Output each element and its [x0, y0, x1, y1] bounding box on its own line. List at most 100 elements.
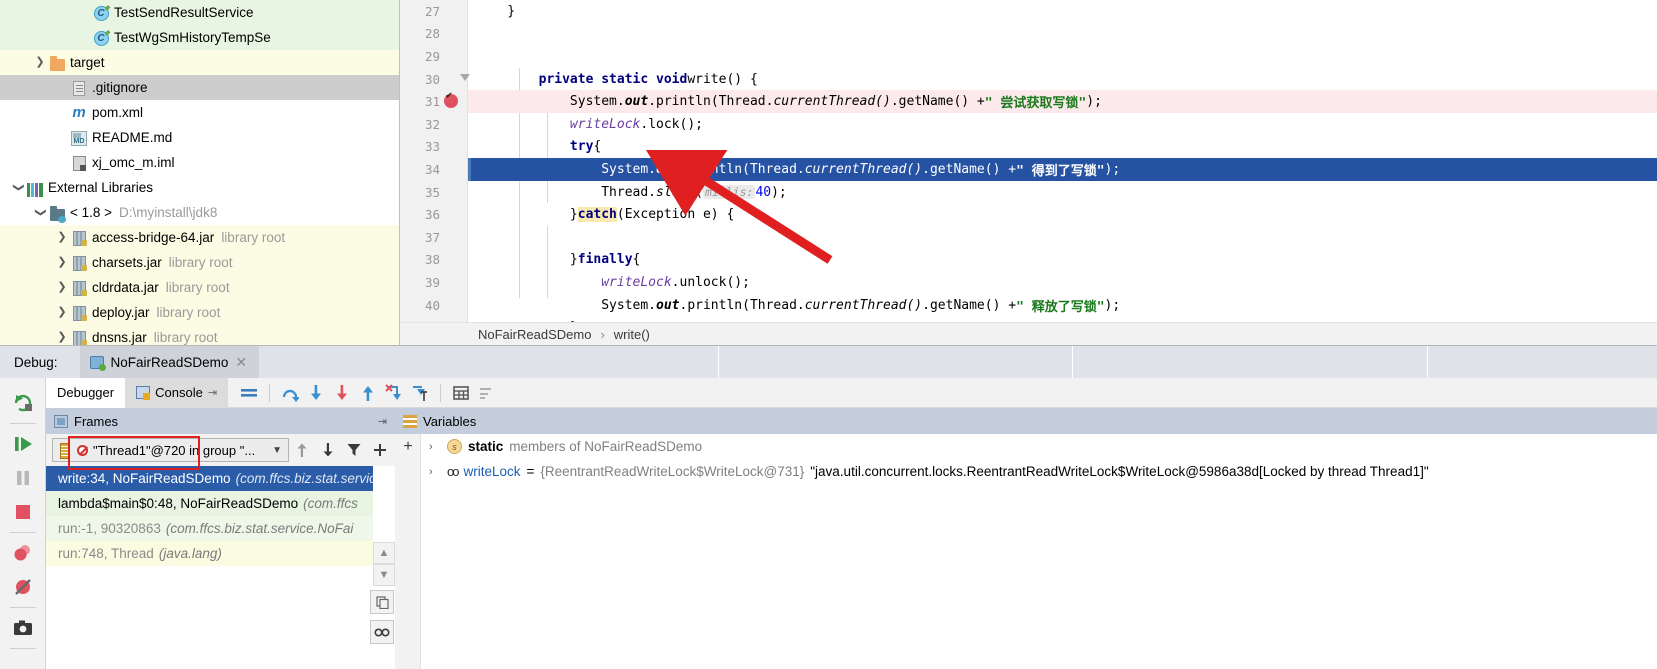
show-execution-point-button[interactable] — [236, 380, 262, 406]
breadcrumb-class[interactable]: NoFairReadSDemo — [478, 327, 591, 342]
resume-program-button[interactable] — [6, 427, 40, 461]
debug-session-tab[interactable]: NoFairReadSDemo ✕ — [79, 346, 260, 378]
force-step-into-button[interactable] — [329, 380, 355, 406]
breakpoint-icon[interactable] — [444, 90, 458, 109]
copy-stack-button[interactable] — [370, 590, 394, 614]
tree-item[interactable]: ❯ target — [0, 50, 399, 75]
tab-console[interactable]: Console ⇥ — [125, 377, 229, 408]
code-text[interactable]: writeLock .lock(); — [476, 113, 1657, 136]
variable-row-static[interactable]: › s static members of NoFairReadSDemo — [421, 434, 1657, 459]
step-into-button[interactable] — [303, 380, 329, 406]
tab-debugger[interactable]: Debugger — [46, 377, 126, 408]
code-line[interactable]: 37 — [400, 226, 1657, 249]
show-monitors-button[interactable] — [370, 620, 394, 644]
frames-add-button[interactable] — [367, 437, 393, 463]
debug-actions-toolbar[interactable] — [0, 378, 46, 669]
code-line[interactable]: 30 private static void write() { — [400, 68, 1657, 91]
chevron-right-icon[interactable]: › — [429, 441, 441, 453]
tree-expand-arrow-icon[interactable]: ❯ — [54, 257, 70, 268]
scroll-up-button[interactable]: ▲ — [373, 542, 395, 564]
evaluate-expression-button[interactable] — [448, 380, 474, 406]
frames-pane[interactable]: Frames ⇥ "Thread1"@720 in group "... ▼ w… — [46, 408, 395, 669]
tree-expand-arrow-icon[interactable]: ❯ — [54, 282, 70, 293]
code-line[interactable]: 32 writeLock .lock(); — [400, 113, 1657, 136]
tree-item[interactable]: ·MD README.md — [0, 125, 399, 150]
code-line[interactable]: 31 System.out.println(Thread.currentThre… — [400, 90, 1657, 113]
frames-filter-button[interactable] — [341, 437, 367, 463]
frame-row[interactable]: run:748, Thread (java.lang) — [46, 541, 395, 566]
thread-selector-combobox[interactable]: "Thread1"@720 in group "... ▼ — [52, 438, 289, 462]
code-text[interactable] — [476, 23, 1657, 46]
frames-list[interactable]: write:34, NoFairReadSDemo (com.ffcs.biz.s… — [46, 466, 395, 566]
code-line[interactable]: 29 — [400, 45, 1657, 68]
tree-item[interactable]: ❯ dnsns.jar library root — [0, 325, 399, 345]
code-line[interactable]: 34 System. out .println(Thread. currentThre… — [400, 158, 1657, 181]
stop-button[interactable] — [6, 495, 40, 529]
code-line[interactable]: 40 System. out .println(Thread. currentThre… — [400, 294, 1657, 317]
mute-breakpoints-button[interactable] — [6, 570, 40, 604]
frames-down-button[interactable] — [315, 437, 341, 463]
code-text[interactable]: } catch (Exception e) { — [476, 203, 1657, 226]
tree-expand-arrow-icon[interactable]: ❯ — [54, 307, 70, 318]
variables-pane[interactable]: Variables + › s static members of NoFair… — [395, 408, 1657, 669]
variable-row-writelock[interactable]: › oo writeLock = {ReentrantReadWriteLock… — [421, 459, 1657, 484]
debugger-tabs-toolbar[interactable]: Debugger Console ⇥ — [46, 377, 1657, 408]
code-text[interactable] — [476, 45, 1657, 68]
chevron-down-icon[interactable]: ▼ — [272, 445, 282, 456]
chevron-right-icon[interactable]: › — [429, 466, 441, 478]
variable-name[interactable]: writeLock — [463, 464, 520, 479]
tree-item[interactable]: ·C TestWgSmHistoryTempSe — [0, 25, 399, 50]
rerun-button[interactable] — [6, 386, 40, 420]
tree-expand-arrow-icon[interactable]: ❯ — [32, 57, 48, 68]
tree-item[interactable]: ·m pom.xml — [0, 100, 399, 125]
code-text[interactable]: Thread. sleep(millis: 40); — [476, 181, 1657, 204]
project-tree-panel[interactable]: ·CTestSendResultService·CTestWgSmHistory… — [0, 0, 400, 345]
frame-row[interactable]: run:-1, 90320863 (com.ffcs.biz.stat.servi… — [46, 516, 395, 541]
layout-settings-button[interactable] — [474, 380, 500, 406]
variables-list[interactable]: › s static members of NoFairReadSDemo › … — [421, 434, 1657, 484]
code-line[interactable]: 39 writeLock .unlock(); — [400, 271, 1657, 294]
code-text[interactable]: System. out .println(Thread. currentThread(… — [476, 294, 1657, 317]
tree-expand-arrow-icon[interactable]: ❯ — [13, 180, 25, 196]
view-breakpoints-button[interactable] — [6, 536, 40, 570]
frames-up-button[interactable] — [289, 437, 315, 463]
tree-item[interactable]: ❯ charsets.jar library root — [0, 250, 399, 275]
code-editor[interactable]: 27 } 28 29 30 private static void write() {… — [400, 0, 1657, 345]
code-fold-icon[interactable] — [460, 73, 470, 81]
code-line[interactable]: 38 } finally { — [400, 249, 1657, 272]
pin-icon[interactable]: ⇥ — [208, 386, 217, 399]
tree-expand-arrow-icon[interactable]: ❯ — [54, 232, 70, 243]
drop-frame-button[interactable] — [381, 380, 407, 406]
frame-row[interactable]: write:34, NoFairReadSDemo (com.ffcs.biz.s… — [46, 466, 395, 491]
breadcrumb[interactable]: NoFairReadSDemo › write() — [400, 322, 1657, 345]
tree-item[interactable]: ❯ deploy.jar library root — [0, 300, 399, 325]
code-text[interactable]: private static void write() { — [476, 68, 1657, 91]
tree-item[interactable]: · .gitignore — [0, 75, 399, 100]
code-line[interactable]: 28 — [400, 23, 1657, 46]
pause-program-button[interactable] — [6, 461, 40, 495]
code-text[interactable]: writeLock .unlock(); — [476, 271, 1657, 294]
code-text[interactable]: } finally { — [476, 249, 1657, 272]
code-text[interactable] — [476, 226, 1657, 249]
code-line[interactable]: 33 try { — [400, 136, 1657, 159]
code-text[interactable]: try { — [476, 136, 1657, 159]
pin-icon[interactable]: ⇥ — [378, 415, 387, 428]
code-text[interactable]: } — [476, 0, 1657, 23]
code-text[interactable]: System. out .println(Thread. currentThread(… — [476, 90, 1657, 113]
scroll-down-button[interactable]: ▼ — [373, 564, 395, 586]
close-icon[interactable]: ✕ — [235, 354, 247, 371]
step-over-button[interactable] — [277, 380, 303, 406]
code-line[interactable]: 27 } — [400, 0, 1657, 23]
frame-row[interactable]: lambda$main$0:48, NoFairReadSDemo (com.ff… — [46, 491, 395, 516]
tree-expand-arrow-icon[interactable]: ❯ — [35, 205, 47, 221]
add-watch-button[interactable]: + — [395, 434, 421, 460]
code-lines[interactable]: 27 } 28 29 30 private static void write() {… — [400, 0, 1657, 339]
tree-item[interactable]: ❯ < 1.8 > D:\myinstall\jdk8 — [0, 200, 399, 225]
code-line[interactable]: 36 } catch (Exception e) { — [400, 203, 1657, 226]
code-line[interactable]: 35 Thread. sleep(millis: 40); — [400, 181, 1657, 204]
tree-item[interactable]: ·C TestSendResultService — [0, 0, 399, 25]
step-out-button[interactable] — [355, 380, 381, 406]
frames-toolbar[interactable]: "Thread1"@720 in group "... ▼ — [46, 434, 395, 466]
screenshot-button[interactable] — [6, 611, 40, 645]
tree-item[interactable]: ❯ cldrdata.jar library root — [0, 275, 399, 300]
